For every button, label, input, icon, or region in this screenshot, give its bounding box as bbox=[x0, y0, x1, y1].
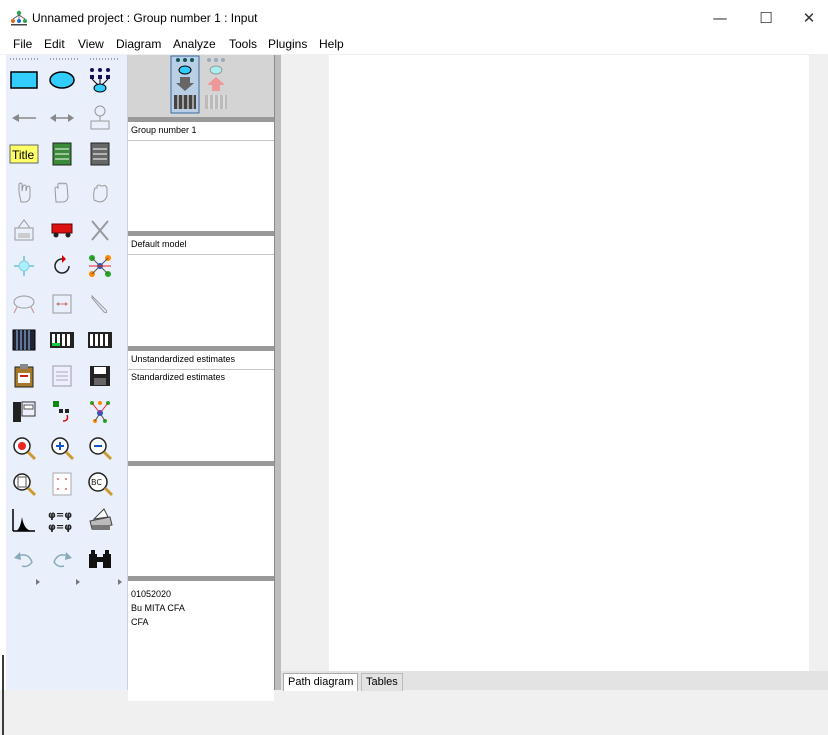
title-bar: Unnamed project : Group number 1 : Input… bbox=[0, 0, 828, 36]
format-item-standardized[interactable]: Standardized estimates bbox=[128, 370, 274, 384]
redo-icon[interactable] bbox=[46, 545, 78, 575]
undo-icon[interactable] bbox=[8, 545, 40, 575]
reposition-diagram-icon[interactable] bbox=[46, 289, 78, 319]
group-item[interactable]: Group number 1 bbox=[128, 122, 274, 141]
model-item[interactable]: Default model bbox=[128, 236, 274, 255]
svg-text:Title: Title bbox=[12, 148, 35, 162]
fit-to-page-icon[interactable] bbox=[46, 469, 78, 499]
select-data-files-icon[interactable] bbox=[8, 325, 40, 355]
format-item-unstandardized[interactable]: Unstandardized estimates bbox=[128, 351, 274, 370]
zoom-in-icon[interactable] bbox=[46, 433, 78, 463]
rotate-indicators-icon[interactable] bbox=[46, 251, 78, 281]
select-one-object-icon[interactable] bbox=[8, 177, 40, 207]
menu-view[interactable]: View bbox=[78, 37, 104, 51]
zoom-out-icon[interactable] bbox=[84, 433, 116, 463]
menu-diagram[interactable]: Diagram bbox=[116, 37, 161, 51]
bayesian-estimation-icon[interactable] bbox=[8, 505, 40, 535]
menu-file[interactable]: File bbox=[13, 37, 32, 51]
preserve-symmetries-icon[interactable] bbox=[84, 397, 116, 427]
deselect-all-objects-icon[interactable] bbox=[84, 177, 116, 207]
tab-path-diagram[interactable]: Path diagram bbox=[283, 673, 359, 691]
bottom-tab-bar: Path diagram Tables bbox=[281, 671, 828, 691]
toolbar-overflow-arrows bbox=[36, 579, 122, 585]
drag-properties-icon[interactable] bbox=[46, 397, 78, 427]
menu-bar: File Edit View Diagram Analyze Tools Plu… bbox=[0, 36, 828, 54]
view-page-icon[interactable] bbox=[8, 469, 40, 499]
view-text-icon[interactable] bbox=[46, 361, 78, 391]
menu-tools[interactable]: Tools bbox=[229, 37, 257, 51]
draw-latent-indicator-icon[interactable] bbox=[84, 65, 116, 95]
path-diagram-canvas[interactable] bbox=[329, 55, 809, 671]
unique-variable-icon[interactable] bbox=[84, 103, 116, 133]
view-output-path-diagram-icon[interactable] bbox=[202, 55, 230, 115]
change-shape-icon[interactable] bbox=[8, 251, 40, 281]
print-diagram-icon[interactable] bbox=[84, 505, 116, 535]
loupe-icon[interactable]: BC bbox=[84, 469, 116, 499]
menu-plugins[interactable]: Plugins bbox=[268, 37, 307, 51]
edge-bar bbox=[2, 655, 4, 735]
specification-search-icon[interactable] bbox=[84, 545, 116, 575]
menu-edit[interactable]: Edit bbox=[44, 37, 65, 51]
menu-help[interactable]: Help bbox=[319, 37, 344, 51]
file-item[interactable]: 01052020 bbox=[128, 587, 274, 601]
toolbar-grip-dots bbox=[10, 58, 118, 60]
toolbox: Title BC φ=φ φ=φ bbox=[6, 55, 128, 690]
analysis-properties-icon[interactable] bbox=[46, 325, 78, 355]
multiple-group-analysis-icon[interactable]: φ=φ φ=φ bbox=[46, 505, 78, 535]
tab-tables[interactable]: Tables bbox=[361, 673, 403, 691]
svg-text:φ=φ: φ=φ bbox=[48, 522, 72, 533]
draw-unobserved-variable-icon[interactable] bbox=[46, 65, 78, 95]
save-diagram-icon[interactable] bbox=[84, 361, 116, 391]
model-navigation-panel: Group number 1 Default model Unstandardi… bbox=[128, 55, 274, 701]
move-objects-icon[interactable] bbox=[46, 215, 78, 245]
draw-path-icon[interactable] bbox=[8, 103, 40, 133]
erase-objects-icon[interactable] bbox=[84, 215, 116, 245]
move-parameter-values-icon[interactable] bbox=[8, 289, 40, 319]
maximize-button[interactable]: ☐ bbox=[746, 4, 786, 32]
minimize-button[interactable]: — bbox=[700, 4, 740, 32]
menu-analyze[interactable]: Analyze bbox=[173, 37, 216, 51]
duplicate-objects-icon[interactable] bbox=[8, 215, 40, 245]
svg-text:φ=φ: φ=φ bbox=[48, 510, 72, 521]
view-input-path-diagram-icon[interactable] bbox=[170, 55, 200, 115]
touch-up-variable-icon[interactable] bbox=[84, 289, 116, 319]
models-pane: Default model bbox=[128, 231, 274, 346]
close-button[interactable]: ✕ bbox=[789, 4, 828, 32]
draw-observed-variable-icon[interactable] bbox=[8, 65, 40, 95]
window-title: Unnamed project : Group number 1 : Input bbox=[32, 11, 258, 25]
computation-summary-pane bbox=[128, 461, 274, 581]
list-variables-in-dataset-icon[interactable] bbox=[84, 139, 116, 169]
file-item[interactable]: Bu MITA CFA bbox=[128, 601, 274, 615]
files-pane: 01052020 Bu MITA CFA CFA bbox=[128, 576, 274, 701]
copy-to-clipboard-icon[interactable] bbox=[8, 361, 40, 391]
draw-covariance-icon[interactable] bbox=[46, 103, 78, 133]
object-properties-icon[interactable] bbox=[8, 397, 40, 427]
svg-text:BC: BC bbox=[91, 478, 102, 487]
zoom-in-area-icon[interactable] bbox=[8, 433, 40, 463]
parameter-formats-pane: Unstandardized estimates Standardized es… bbox=[128, 346, 274, 461]
file-item[interactable]: CFA bbox=[128, 615, 274, 629]
amos-app-icon bbox=[11, 10, 27, 26]
panel-splitter[interactable] bbox=[274, 55, 281, 690]
list-variables-in-model-icon[interactable] bbox=[46, 139, 78, 169]
figure-caption-icon[interactable]: Title bbox=[8, 139, 40, 169]
groups-pane: Group number 1 bbox=[128, 117, 274, 232]
calculate-estimates-icon[interactable] bbox=[84, 325, 116, 355]
reflect-indicators-icon[interactable] bbox=[84, 251, 116, 281]
view-toggle-area bbox=[128, 55, 274, 117]
select-all-objects-icon[interactable] bbox=[46, 177, 78, 207]
